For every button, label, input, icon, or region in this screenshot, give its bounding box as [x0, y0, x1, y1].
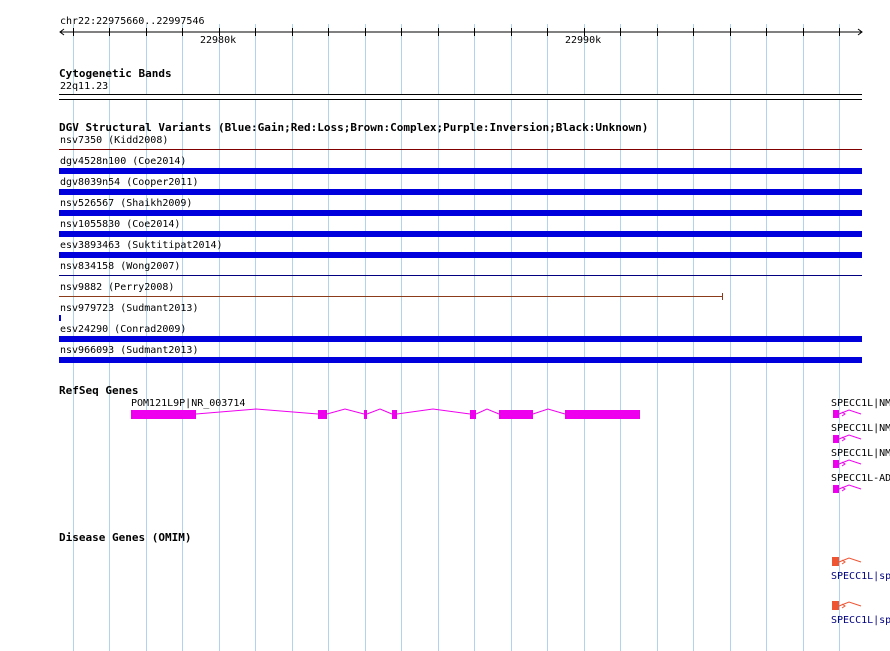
dgv-feature-label: nsv834158 (Wong2007)	[60, 261, 181, 272]
ruler-tick-label-22990k: 22990k	[565, 35, 602, 46]
dgv-feature-bar[interactable]	[59, 189, 862, 195]
ruler-tick-label-22980k: 22980k	[200, 35, 237, 46]
omim-feature[interactable]	[831, 598, 890, 612]
dgv-feature-label: nsv7350 (Kidd2008)	[60, 135, 169, 146]
omim-feature[interactable]	[831, 554, 890, 568]
dgv-feature-bar[interactable]	[59, 275, 862, 276]
omim-track-title[interactable]: Disease Genes (OMIM)	[59, 532, 191, 543]
dgv-feature-bar[interactable]	[59, 357, 862, 363]
omim-label[interactable]: SPECC1L|sp	[831, 615, 890, 626]
dgv-feature-label: dgv8039n54 (Cooper2011)	[60, 177, 199, 188]
dgv-feature-bar[interactable]	[59, 252, 862, 258]
dgv-feature-label: nsv966093 (Sudmant2013)	[60, 345, 199, 356]
dgv-feature-label: nsv1055830 (Coe2014)	[60, 219, 181, 230]
dgv-feature-bar[interactable]	[59, 168, 862, 174]
cytoband-band[interactable]	[59, 94, 862, 100]
dgv-feature-label: dgv4528n100 (Coe2014)	[60, 156, 187, 167]
dgv-track-title[interactable]: DGV Structural Variants (Blue:Gain;Red:L…	[59, 122, 648, 133]
dgv-feature-end-tick	[722, 293, 723, 300]
omim-label[interactable]: SPECC1L|sp	[831, 571, 890, 582]
cytoband-label: 22q11.23	[60, 81, 109, 92]
dgv-feature-bar[interactable]	[59, 336, 862, 342]
dgv-feature-bar[interactable]	[59, 231, 862, 237]
dgv-feature-label: nsv979723 (Sudmant2013)	[60, 303, 199, 314]
refseq-track-title[interactable]: RefSeq Genes	[59, 385, 138, 396]
gene-model-specc1l[interactable]	[831, 431, 890, 445]
dgv-feature-bar[interactable]	[59, 296, 723, 297]
gene-model-specc1l[interactable]	[831, 406, 890, 420]
cytoband-track-title[interactable]: Cytogenetic Bands	[59, 68, 172, 79]
gene-model-pom121l9p[interactable]	[0, 400, 890, 430]
dgv-feature-bar[interactable]	[59, 210, 862, 216]
dgv-feature-label: nsv526567 (Shaikh2009)	[60, 198, 193, 209]
dgv-feature-bar[interactable]	[59, 315, 61, 321]
gene-model-specc1l[interactable]	[831, 456, 890, 470]
dgv-feature-bar[interactable]	[59, 149, 862, 150]
ruler-axis	[59, 28, 863, 36]
dgv-feature-label: esv24290 (Conrad2009)	[60, 324, 187, 335]
dgv-feature-label: nsv9882 (Perry2008)	[60, 282, 175, 293]
gene-model-specc1l-ad[interactable]	[831, 481, 890, 495]
dgv-feature-label: esv3893463 (Suktitipat2014)	[60, 240, 223, 251]
